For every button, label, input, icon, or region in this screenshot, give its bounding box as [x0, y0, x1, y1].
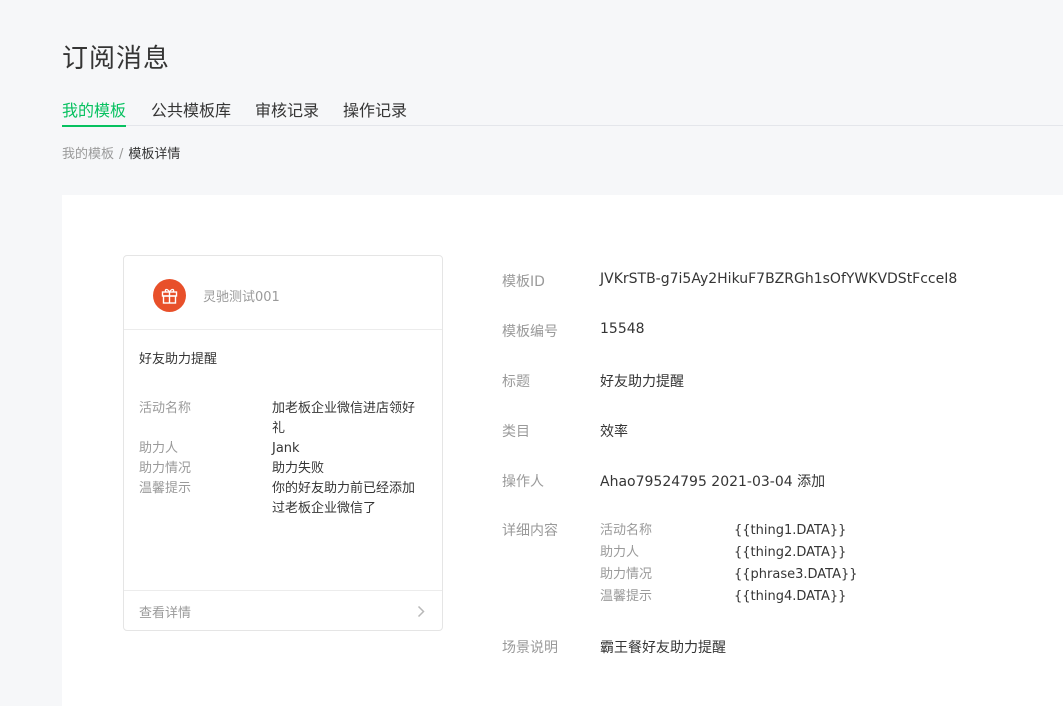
- card-field-row: 助力情况 助力失败: [139, 459, 429, 479]
- tab-review-records[interactable]: 审核记录: [255, 97, 319, 126]
- breadcrumb-separator: /: [119, 147, 124, 162]
- account-name: 灵驰测试001: [203, 290, 280, 305]
- breadcrumb-my-templates[interactable]: 我的模板: [62, 147, 114, 162]
- template-id-value: JVKrSTB-g7i5Ay2HikuF7BZRGh1sOfYWKVDStFcc…: [600, 271, 958, 287]
- tab-public-library[interactable]: 公共模板库: [151, 97, 231, 126]
- card-field-row: 活动名称 加老板企业微信进店领好礼: [139, 399, 429, 439]
- card-field-row: 温馨提示 你的好友助力前已经添加过老板企业微信了: [139, 479, 429, 519]
- card-field-value: 助力失败: [272, 461, 325, 476]
- detail-keyword-name: 活动名称: [600, 523, 653, 538]
- template-no-value: 15548: [600, 321, 645, 337]
- detail-keyword-row: 活动名称 {{thing1.DATA}}: [600, 520, 920, 542]
- info-label: 模板ID: [502, 274, 545, 290]
- info-label: 详细内容: [502, 523, 558, 539]
- card-field-key: 助力情况: [139, 461, 192, 476]
- info-label: 场景说明: [502, 640, 558, 656]
- gift-icon: [161, 288, 178, 304]
- card-header: 灵驰测试001: [124, 256, 442, 330]
- card-field-value: 你的好友助力前已经添加过老板企业微信了: [272, 481, 416, 516]
- detail-keyword-value: {{phrase3.DATA}}: [734, 567, 858, 582]
- scene-value: 霸王餐好友助力提醒: [600, 640, 726, 656]
- detail-keyword-row: 助力人 {{thing2.DATA}}: [600, 542, 920, 564]
- card-field-key: 温馨提示: [139, 481, 192, 496]
- detail-keyword-name: 助力情况: [600, 567, 653, 582]
- detail-keyword-row: 温馨提示 {{thing4.DATA}}: [600, 586, 920, 608]
- detail-keyword-value: {{thing1.DATA}}: [734, 523, 847, 538]
- detail-keyword-row: 助力情况 {{phrase3.DATA}}: [600, 564, 920, 586]
- info-label: 操作人: [502, 474, 544, 490]
- category-value: 效率: [600, 424, 628, 440]
- info-label: 类目: [502, 424, 530, 440]
- page-title: 订阅消息: [62, 44, 171, 74]
- card-field-row: 助力人 Jank: [139, 439, 429, 459]
- page-header: 订阅消息 我的模板 公共模板库 审核记录 操作记录 我的模板 / 模板详情: [0, 0, 1063, 195]
- detail-panel: 灵驰测试001 好友助力提醒 活动名称 加老板企业微信进店领好礼 助力人 Jan…: [62, 195, 1063, 706]
- card-field-key: 活动名称: [139, 401, 192, 416]
- detail-keyword-value: {{thing2.DATA}}: [734, 545, 847, 560]
- card-field-key: 助力人: [139, 441, 179, 456]
- detail-keyword-name: 助力人: [600, 545, 640, 560]
- info-label: 标题: [502, 374, 530, 390]
- title-value: 好友助力提醒: [600, 374, 684, 390]
- info-label: 模板编号: [502, 324, 558, 340]
- detail-keyword-name: 温馨提示: [600, 589, 653, 604]
- card-field-value: Jank: [272, 441, 300, 456]
- operator-value: Ahao79524795 2021-03-04 添加: [600, 474, 826, 490]
- card-field-value: 加老板企业微信进店领好礼: [272, 401, 416, 436]
- breadcrumb: 我的模板 / 模板详情: [62, 143, 180, 162]
- tab-my-templates[interactable]: 我的模板: [62, 97, 127, 127]
- card-message-title: 好友助力提醒: [139, 352, 218, 367]
- detail-keyword-list: 活动名称 {{thing1.DATA}} 助力人 {{thing2.DATA}}…: [600, 520, 920, 608]
- tab-bar: 我的模板 公共模板库 审核记录 操作记录: [62, 97, 1063, 127]
- chevron-right-icon: [417, 605, 425, 618]
- detail-keyword-value: {{thing4.DATA}}: [734, 589, 847, 604]
- breadcrumb-current: 模板详情: [128, 147, 181, 162]
- tab-operation-records[interactable]: 操作记录: [343, 97, 407, 126]
- account-avatar: [153, 279, 186, 312]
- view-detail-label: 查看详情: [139, 606, 192, 621]
- view-detail-link[interactable]: 查看详情: [124, 590, 442, 630]
- message-preview-card: 灵驰测试001 好友助力提醒 活动名称 加老板企业微信进店领好礼 助力人 Jan…: [123, 255, 443, 631]
- card-field-list: 活动名称 加老板企业微信进店领好礼 助力人 Jank 助力情况 助力失败 温馨提…: [139, 399, 429, 519]
